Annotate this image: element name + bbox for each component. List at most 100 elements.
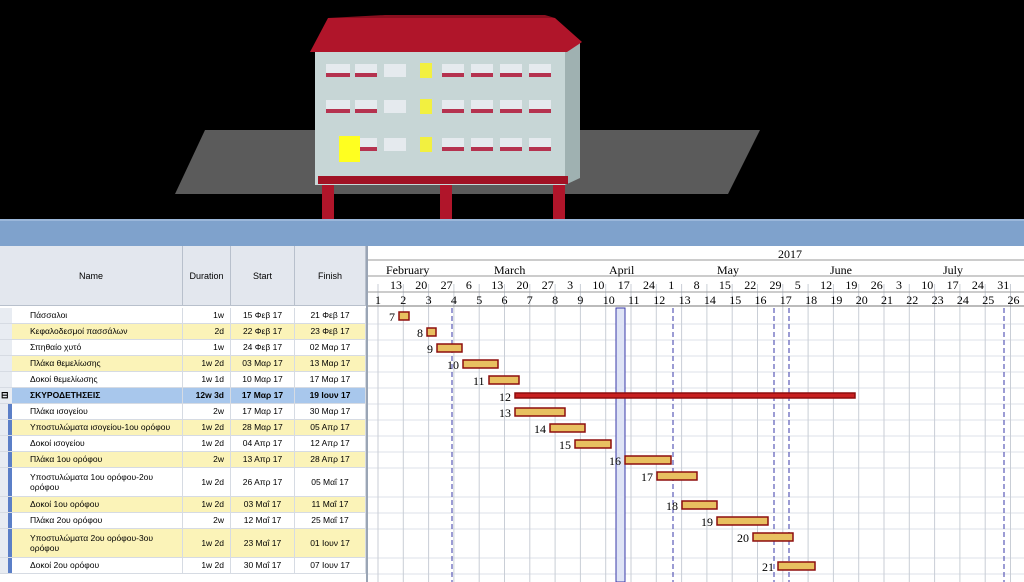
cell-name-text: Πλάκα ισογείου — [30, 406, 88, 417]
table-row[interactable]: Κεφαλοδεσμοί πασσάλων 2d 22 Φεβ 17 23 Φεβ 1… — [0, 324, 366, 340]
column-header-duration[interactable]: Duration — [183, 246, 231, 306]
cell-start: 13 Απρ 17 — [231, 452, 295, 467]
week-tick-label: 15 — [719, 278, 731, 292]
table-row[interactable]: Σπηθαίο χυτό 1w 24 Φεβ 17 02 Μαρ 17 — [0, 340, 366, 356]
period-number-label: 5 — [476, 293, 482, 307]
cell-start-text: 30 Μαΐ 17 — [243, 560, 282, 571]
cell-duration: 1w 1d — [183, 372, 231, 387]
table-row[interactable]: Υποστυλώματα 1ου ορόφου-2ου ορόφου 1w 2d 2… — [0, 468, 366, 497]
gantt-bar-label: 14 — [534, 422, 546, 436]
week-tick-label: 6 — [466, 278, 472, 292]
week-tick-label: 26 — [871, 278, 883, 292]
cell-finish: 05 Απρ 17 — [295, 420, 366, 435]
period-number-label: 18 — [805, 293, 817, 307]
row-indicator — [0, 529, 12, 557]
column-header-name[interactable]: Name — [0, 246, 183, 306]
gantt-bar — [752, 532, 794, 542]
table-row[interactable]: Υποστυλώματα ισογείου-1ου ορόφου 1w 2d 28 … — [0, 420, 366, 436]
cell-name-text: Δοκοί ισογείου — [30, 438, 85, 449]
row-indicator — [0, 340, 12, 355]
table-row[interactable]: Δοκοί 1ου ορόφου 1w 2d 03 Μαΐ 17 11 Μαΐ 17 — [0, 497, 366, 513]
table-row[interactable]: Υποστυλώματα 2ου ορόφου-3ου ορόφου 1w 2d 2… — [0, 529, 366, 558]
week-tick-label: 20 — [517, 278, 529, 292]
period-number-label: 8 — [552, 293, 558, 307]
table-row[interactable]: Πλάκα 1ου ορόφου 2w 13 Απρ 17 28 Απρ 17 — [0, 452, 366, 468]
cell-duration-text: 1w 2d — [201, 438, 224, 449]
row-indicator — [0, 513, 12, 528]
week-tick-label: 8 — [694, 278, 700, 292]
cell-start-text: 15 Φεβ 17 — [242, 310, 283, 321]
gantt-bar — [488, 375, 520, 385]
week-tick-label: 17 — [618, 278, 630, 292]
cell-duration: 1w 2d — [183, 436, 231, 451]
cell-duration-text: 1w 2d — [201, 499, 224, 510]
cell-name-text: Υποστυλώματα ισογείου-1ου ορόφου — [30, 422, 171, 433]
table-row[interactable]: Δοκοί 2ου ορόφου 1w 2d 30 Μαΐ 17 07 Ιουν 17 — [0, 558, 366, 574]
cell-finish-text: 13 Μαρ 17 — [309, 358, 351, 369]
cell-finish-text: 25 Μαΐ 17 — [311, 515, 349, 526]
cell-duration: 1w 2d — [183, 558, 231, 573]
column-header-start[interactable]: Start — [231, 246, 295, 306]
cell-start: 30 Μαΐ 17 — [231, 558, 295, 573]
period-number-label: 10 — [603, 293, 615, 307]
cell-duration: 2w — [183, 404, 231, 419]
cell-start-text: 17 Μαρ 17 — [241, 390, 284, 401]
table-row[interactable]: Δοκοί θεμελίωσης 1w 1d 10 Μαρ 17 17 Μαρ 17 — [0, 372, 366, 388]
row-indicator — [0, 468, 12, 496]
period-number-label: 23 — [932, 293, 944, 307]
pane-separator[interactable] — [0, 219, 1024, 246]
cell-duration-text: 1w 2d — [201, 358, 224, 369]
cell-name: Δοκοί 1ου ορόφου — [12, 497, 183, 512]
gantt-bar-label: 9 — [427, 342, 433, 356]
cell-duration-text: 2w — [213, 406, 224, 417]
cell-start: 03 Μαρ 17 — [231, 356, 295, 371]
cell-duration-text: 12w 3d — [195, 390, 224, 401]
gantt-bar-label: 13 — [499, 406, 511, 420]
table-row[interactable]: Πλάκα θεμελίωσης 1w 2d 03 Μαρ 17 13 Μαρ 17 — [0, 356, 366, 372]
3d-building-viewport[interactable] — [0, 0, 1024, 219]
cell-start: 22 Φεβ 17 — [231, 324, 295, 339]
period-number-label: 13 — [679, 293, 691, 307]
cell-name-text: Πλάκα 1ου ορόφου — [30, 454, 103, 465]
row-indicator — [0, 324, 12, 339]
table-row[interactable]: Πλάκα ισογείου 2w 17 Μαρ 17 30 Μαρ 17 — [0, 404, 366, 420]
cell-duration-text: 1w 1d — [201, 374, 224, 385]
row-indicator — [0, 356, 12, 371]
month-label: April — [609, 263, 635, 277]
table-row[interactable]: ⊟ ΣΚΥΡΟΔΕΤΗΣΕΙΣ 12w 3d 17 Μαρ 17 19 Ιουν 17 — [0, 388, 366, 404]
cell-name: Πλάκα 1ου ορόφου — [12, 452, 183, 467]
cell-duration-text: 1w 2d — [201, 422, 224, 433]
gantt-bar — [681, 500, 718, 510]
collapse-toggle-icon[interactable]: ⊟ — [1, 390, 9, 401]
column-header-finish[interactable]: Finish — [295, 246, 366, 306]
week-tick-label: 5 — [795, 278, 801, 292]
row-indicator — [0, 436, 12, 451]
cell-name-text: Κεφαλοδεσμοί πασσάλων — [30, 326, 128, 337]
header-start-label: Start — [252, 270, 272, 281]
cell-start-text: 13 Απρ 17 — [242, 454, 283, 465]
gantt-bar-label: 16 — [609, 454, 621, 468]
row-indicator — [0, 558, 12, 573]
table-row[interactable]: Πάσσαλοι 1w 15 Φεβ 17 21 Φεβ 17 — [0, 308, 366, 324]
period-number-label: 3 — [426, 293, 432, 307]
table-row[interactable]: Πλάκα 2ου ορόφου 2w 12 Μαΐ 17 25 Μαΐ 17 — [0, 513, 366, 529]
period-number-label: 25 — [982, 293, 994, 307]
gantt-bar — [777, 561, 816, 571]
period-number-label: 14 — [704, 293, 716, 307]
header-name-label: Name — [78, 270, 103, 281]
gantt-chart[interactable]: 2017 February March April May June July 13 20 27 6… — [368, 246, 1024, 582]
period-number-label: 1 — [375, 293, 381, 307]
week-tick-label: 10 — [592, 278, 604, 292]
cell-start-text: 04 Απρ 17 — [242, 438, 283, 449]
period-number-label: 9 — [577, 293, 583, 307]
cell-start: 24 Φεβ 17 — [231, 340, 295, 355]
gantt-bar — [716, 516, 769, 526]
gantt-bar-label: 18 — [666, 499, 678, 513]
table-row[interactable]: Δοκοί ισογείου 1w 2d 04 Απρ 17 12 Απρ 17 — [0, 436, 366, 452]
cell-duration: 1w — [183, 340, 231, 355]
gantt-bar-label: 15 — [559, 438, 571, 452]
gantt-bar-label: 21 — [762, 560, 774, 574]
cell-finish: 11 Μαΐ 17 — [295, 497, 366, 512]
week-tick-label: 17 — [947, 278, 959, 292]
gantt-bar-label: 20 — [737, 531, 749, 545]
